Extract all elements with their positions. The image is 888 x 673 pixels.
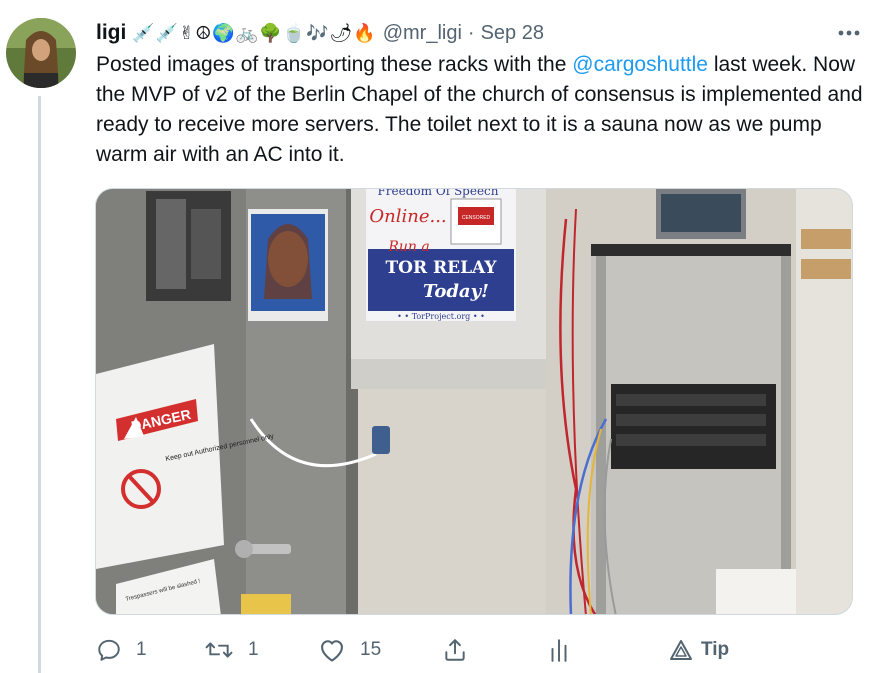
like-count: 15 (360, 639, 382, 660)
tweet-header: ligi 💉💉✌☮🌍🚲🌳🍵🎶🌶🔥 @mr_ligi · Sep 28 (96, 16, 878, 50)
separator: · (467, 21, 475, 44)
author-emojis: 💉💉✌☮🌍🚲🌳🍵🎶🌶🔥 (132, 22, 377, 43)
photo-scene: Freedom Of Speech Online... CENSORED Run… (96, 189, 852, 614)
author-name[interactable]: ligi (96, 21, 126, 45)
retweet-button[interactable]: 1 (204, 632, 259, 668)
poster-online-text: Online... (369, 206, 446, 227)
share-icon (445, 639, 465, 661)
tweet-text-part1: Posted images of transporting these rack… (96, 53, 573, 76)
share-button[interactable] (442, 632, 468, 668)
tip-button[interactable]: Tip (669, 632, 729, 668)
poster-badge-text: CENSORED (462, 215, 491, 221)
heart-icon (321, 640, 343, 662)
avatar[interactable] (6, 18, 76, 88)
more-options-icon[interactable] (838, 16, 860, 50)
mention-link[interactable]: @cargoshuttle (572, 53, 708, 76)
retweet-icon (205, 642, 233, 658)
reply-button[interactable]: 1 (96, 632, 147, 668)
retweet-count: 1 (248, 639, 259, 660)
tweet-date[interactable]: Sep 28 (481, 22, 544, 45)
thread-line (38, 96, 41, 673)
reply-count: 1 (136, 639, 147, 660)
tip-icon (670, 640, 692, 660)
tweet-actions: 1 1 15 Tip (96, 632, 776, 668)
tweet-photo[interactable]: Freedom Of Speech Online... CENSORED Run… (95, 188, 853, 615)
poster-relay-text: TOR RELAY (385, 258, 497, 278)
analytics-button[interactable] (548, 632, 570, 668)
author-handle[interactable]: @mr_ligi (383, 22, 462, 45)
tip-label: Tip (701, 639, 730, 660)
poster-url-text: • • TorProject.org • • (397, 312, 485, 321)
avatar-image (6, 18, 76, 88)
reply-icon (98, 639, 120, 661)
poster-today-text: Today! (423, 281, 489, 302)
poster-run-text: Run a (387, 239, 429, 255)
analytics-icon (551, 639, 567, 662)
like-button[interactable]: 15 (318, 632, 381, 668)
poster-top-text: Freedom Of Speech (377, 189, 498, 198)
tweet-text: Posted images of transporting these rack… (96, 50, 866, 170)
